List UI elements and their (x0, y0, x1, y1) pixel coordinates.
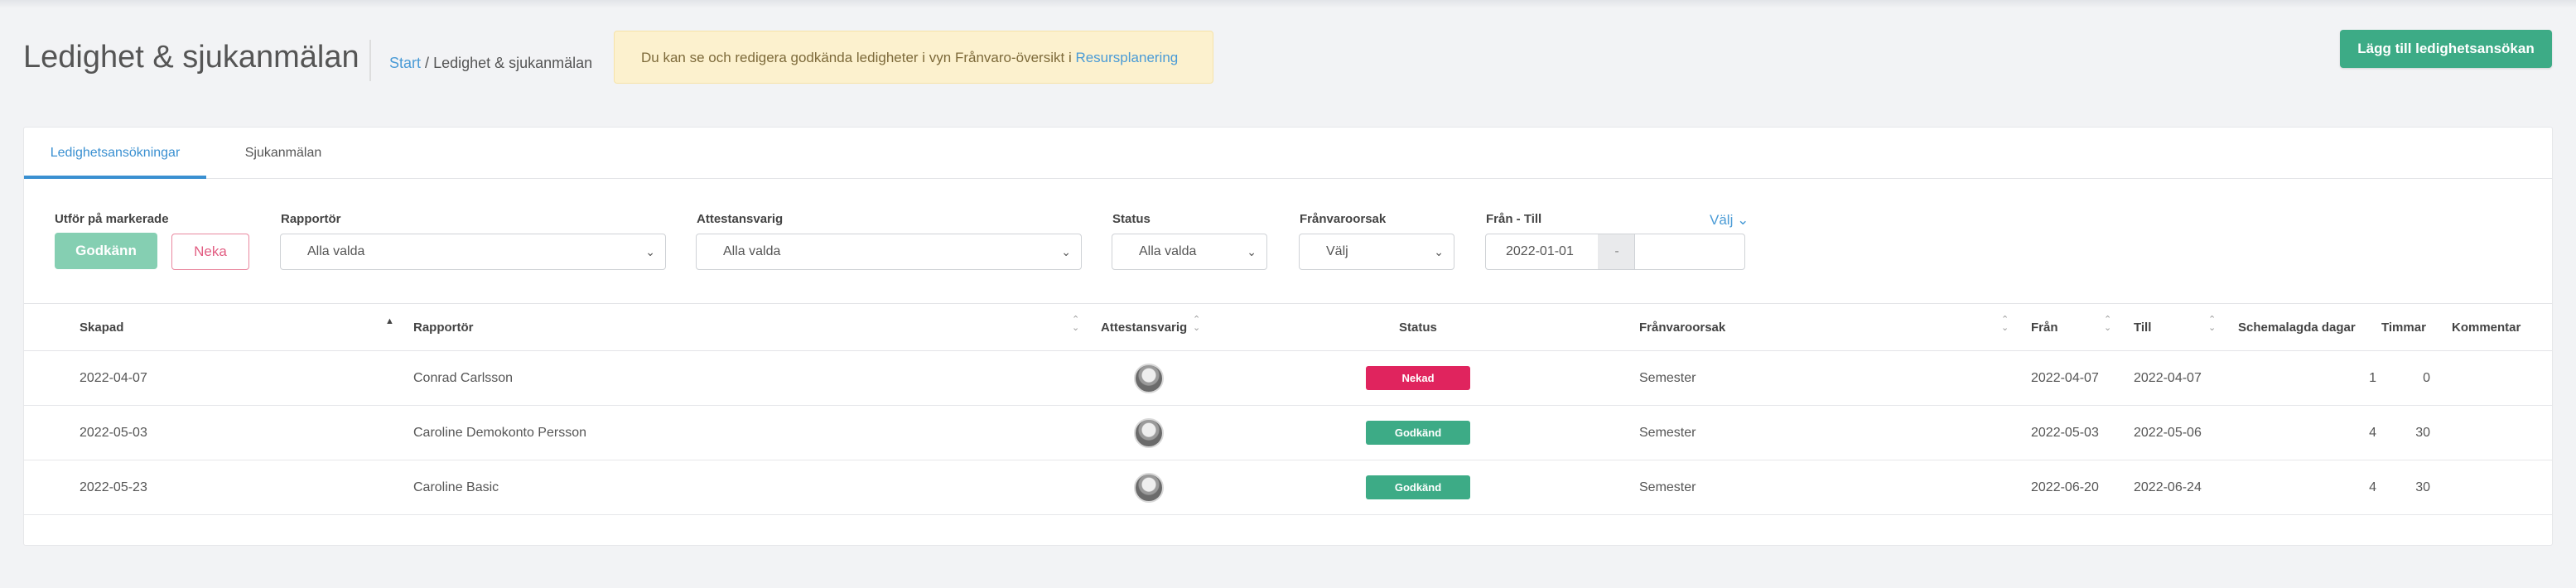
table-row[interactable]: 2022-05-23 Caroline Basic Godkänd Semest… (24, 460, 2552, 515)
cell-created: 2022-04-07 (80, 371, 147, 385)
reporter-select-value: Alla valda (307, 244, 365, 258)
cell-hours: 30 (2415, 426, 2430, 440)
col-reporter[interactable]: Rapportör (413, 304, 474, 352)
status-select[interactable]: Alla valda ⌄ (1112, 234, 1267, 270)
reason-filter-label: Frånvaroorsak (1300, 212, 1387, 226)
cell-hours: 30 (2415, 480, 2430, 494)
col-reason[interactable]: Frånvaroorsak (1639, 304, 1725, 352)
bulk-action-label: Utför på markerade (55, 212, 169, 226)
date-range-pick-link[interactable]: Välj ⌄ (1710, 212, 1749, 229)
cell-reason: Semester (1639, 371, 1696, 385)
date-range-separator: - (1598, 234, 1636, 270)
chevron-down-icon: ⌄ (645, 245, 655, 258)
cell-reporter: Caroline Demokonto Persson (413, 426, 586, 440)
sort-icon[interactable]: ⌃ ⌄ (2104, 316, 2111, 333)
deny-button[interactable]: Neka (171, 234, 249, 270)
tab-sick-leave[interactable]: Sjukanmälan (224, 128, 342, 179)
col-comment: Kommentar (2452, 321, 2521, 335)
leave-card: Ledighetsansökningar Sjukanmälan Utför p… (23, 127, 2553, 546)
chevron-down-icon: ⌄ (1247, 245, 1257, 258)
table-row[interactable]: 2022-05-03 Caroline Demokonto Persson Go… (24, 406, 2552, 460)
col-created[interactable]: Skapad (80, 304, 123, 352)
tab-leave-requests[interactable]: Ledighetsansökningar (24, 128, 206, 179)
chevron-down-icon: ⌄ (1061, 245, 1071, 258)
date-to-input[interactable] (1634, 234, 1745, 270)
reporter-select[interactable]: Alla valda ⌄ (280, 234, 666, 270)
breadcrumb-current: Ledighet & sjukanmälan (433, 55, 593, 71)
cell-to: 2022-06-24 (2134, 480, 2202, 494)
attester-select-value: Alla valda (723, 244, 781, 258)
cell-from: 2022-06-20 (2031, 480, 2099, 494)
attester-avatar (1134, 364, 1164, 393)
status-filter-label: Status (1112, 212, 1151, 226)
reporter-filter-label: Rapportör (281, 212, 341, 226)
cell-scheduled-days: 1 (2369, 371, 2376, 385)
attester-filter-label: Attestansvarig (697, 212, 784, 226)
cell-from: 2022-04-07 (2031, 371, 2099, 385)
breadcrumb-start-link[interactable]: Start (389, 55, 421, 71)
table-header: Skapad ▲ Rapportör ⌃ ⌄ Attestansvarig ⌃ ⌄ … (24, 303, 2552, 351)
cell-hours: 0 (2423, 371, 2430, 385)
date-range-label: Från - Till (1486, 212, 1542, 226)
date-from-input[interactable]: 2022-01-01 (1485, 234, 1599, 270)
cell-created: 2022-05-03 (80, 426, 147, 440)
col-status[interactable]: Status (1399, 304, 1437, 352)
col-hours: Timmar (2381, 321, 2426, 335)
page-title: Ledighet & sjukanmälan (23, 40, 359, 75)
cell-reason: Semester (1639, 480, 1696, 494)
cell-to: 2022-04-07 (2134, 371, 2202, 385)
col-from[interactable]: Från (2031, 304, 2058, 352)
col-to[interactable]: Till (2134, 304, 2151, 352)
page-header: Ledighet & sjukanmälan Start / Ledighet … (0, 0, 2576, 116)
attester-avatar (1134, 418, 1164, 448)
breadcrumb: Start / Ledighet & sjukanmälan (389, 55, 592, 72)
attester-select[interactable]: Alla valda ⌄ (696, 234, 1082, 270)
info-notice: Du kan se och redigera godkända ledighet… (614, 31, 1213, 84)
cell-reason: Semester (1639, 426, 1696, 440)
sort-icon[interactable]: ⌃ ⌄ (1072, 316, 1079, 333)
reason-select[interactable]: Välj ⌄ (1299, 234, 1454, 270)
cell-reporter: Caroline Basic (413, 480, 499, 494)
col-attester[interactable]: Attestansvarig (1101, 304, 1187, 352)
breadcrumb-separator: / (425, 55, 430, 71)
attester-avatar (1134, 473, 1164, 503)
status-select-value: Alla valda (1139, 244, 1197, 258)
title-divider (369, 40, 371, 81)
sort-icon[interactable]: ⌃ ⌄ (2208, 316, 2216, 333)
cell-to: 2022-05-06 (2134, 426, 2202, 440)
table-row[interactable]: 2022-04-07 Conrad Carlsson Nekad Semeste… (24, 351, 2552, 406)
notice-text: Du kan se och redigera godkända ledighet… (641, 50, 1076, 65)
cell-from: 2022-05-03 (2031, 426, 2099, 440)
notice-link-resursplanering[interactable]: Resursplanering (1075, 50, 1178, 65)
sort-icon[interactable]: ⌃ ⌄ (2001, 316, 2009, 333)
status-badge: Godkänd (1366, 421, 1470, 445)
approve-button[interactable]: Godkänn (55, 233, 157, 269)
cell-created: 2022-05-23 (80, 480, 147, 494)
cell-scheduled-days: 4 (2369, 480, 2376, 494)
status-badge: Godkänd (1366, 475, 1470, 499)
reason-select-value: Välj (1326, 244, 1348, 258)
tab-bar: Ledighetsansökningar Sjukanmälan (24, 128, 2552, 179)
add-leave-request-button[interactable]: Lägg till ledighetsansökan (2340, 30, 2552, 68)
status-badge: Nekad (1366, 366, 1470, 390)
sort-asc-icon[interactable]: ▲ (385, 317, 394, 326)
col-scheduled-days: Schemalagda dagar (2238, 321, 2356, 335)
sort-icon[interactable]: ⌃ ⌄ (1193, 316, 1200, 333)
cell-reporter: Conrad Carlsson (413, 371, 514, 385)
cell-scheduled-days: 4 (2369, 426, 2376, 440)
chevron-down-icon: ⌄ (1434, 245, 1444, 258)
